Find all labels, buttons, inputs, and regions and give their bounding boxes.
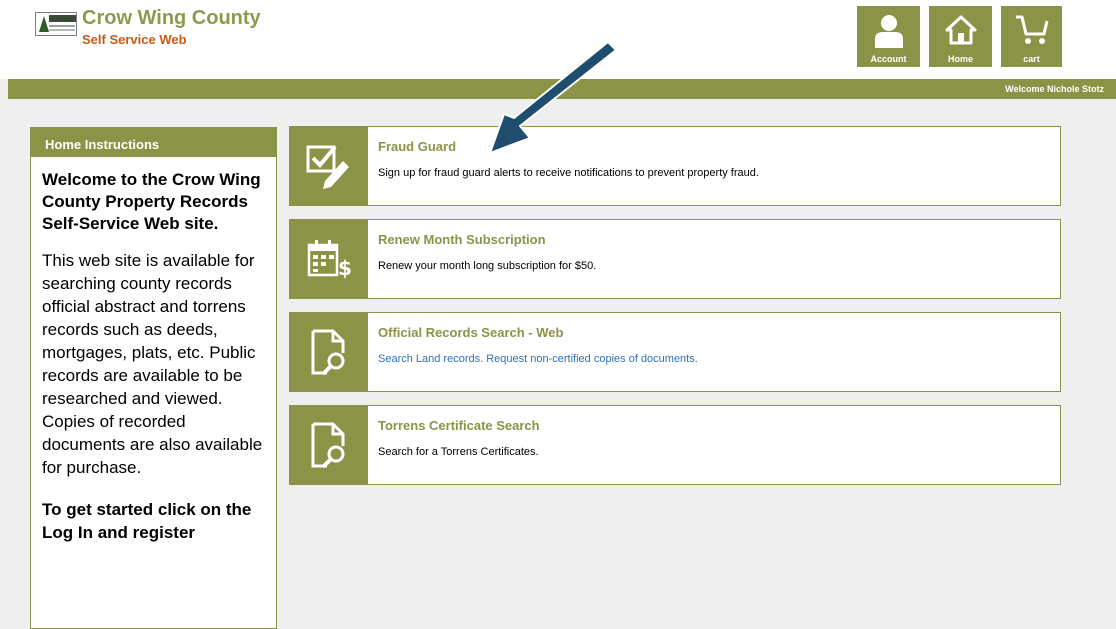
checkbox-pencil-icon <box>306 145 349 189</box>
arrow-icon <box>489 41 617 154</box>
card-title[interactable]: Torrens Certificate Search <box>378 418 540 433</box>
card-title[interactable]: Renew Month Subscription <box>378 232 546 247</box>
welcome-heading: Welcome to the Crow Wing County Property… <box>42 170 261 233</box>
welcome-user-text: Welcome Nichole Stotz <box>1005 84 1104 94</box>
official-records-search-card[interactable]: Official Records Search - Web Search Lan… <box>289 312 1061 392</box>
brand-subtitle: Self Service Web <box>82 32 187 47</box>
card-description: Sign up for fraud guard alerts to receiv… <box>378 167 759 179</box>
card-title[interactable]: Fraud Guard <box>378 139 456 154</box>
card-icon-box <box>290 406 368 484</box>
document-search-icon <box>311 422 345 468</box>
cart-button[interactable]: cart <box>1001 6 1062 67</box>
account-button[interactable]: Account <box>857 6 920 67</box>
instructions-text: This web site is available for searching… <box>42 251 263 477</box>
cart-label: cart <box>1023 54 1040 64</box>
home-label: Home <box>947 54 973 64</box>
torrens-certificate-search-card[interactable]: Torrens Certificate Search Search for a … <box>289 405 1061 485</box>
card-icon-box: $ <box>290 220 368 298</box>
home-icon <box>945 15 976 45</box>
user-icon <box>874 15 903 48</box>
get-started-text: To get started click on the Log In and r… <box>42 500 252 542</box>
card-description-link[interactable]: Search Land records. Request non-certifi… <box>378 353 698 365</box>
card-icon-box <box>290 127 368 205</box>
fraud-guard-card[interactable]: Fraud Guard Sign up for fraud guard aler… <box>289 126 1061 206</box>
card-description: Search for a Torrens Certificates. <box>378 446 539 458</box>
home-button[interactable]: Home <box>929 6 992 67</box>
cart-icon <box>1015 15 1048 44</box>
card-title[interactable]: Official Records Search - Web <box>378 325 563 340</box>
card-description: Renew your month long subscription for $… <box>378 260 597 272</box>
renew-subscription-card[interactable]: $ Renew Month Subscription Renew your mo… <box>289 219 1061 299</box>
home-instructions-panel: Home Instructions Welcome to the Crow Wi… <box>30 127 277 629</box>
county-logo-icon[interactable] <box>35 12 77 36</box>
svg-text:$: $ <box>338 256 351 279</box>
calendar-dollar-icon: $ <box>307 240 351 279</box>
card-icon-box <box>290 313 368 391</box>
brand-title[interactable]: Crow Wing County <box>82 7 261 30</box>
panel-title: Home Instructions <box>31 128 276 157</box>
account-label: Account <box>870 54 907 64</box>
document-search-icon <box>311 329 345 375</box>
panel-body: Welcome to the Crow Wing County Property… <box>31 157 276 544</box>
